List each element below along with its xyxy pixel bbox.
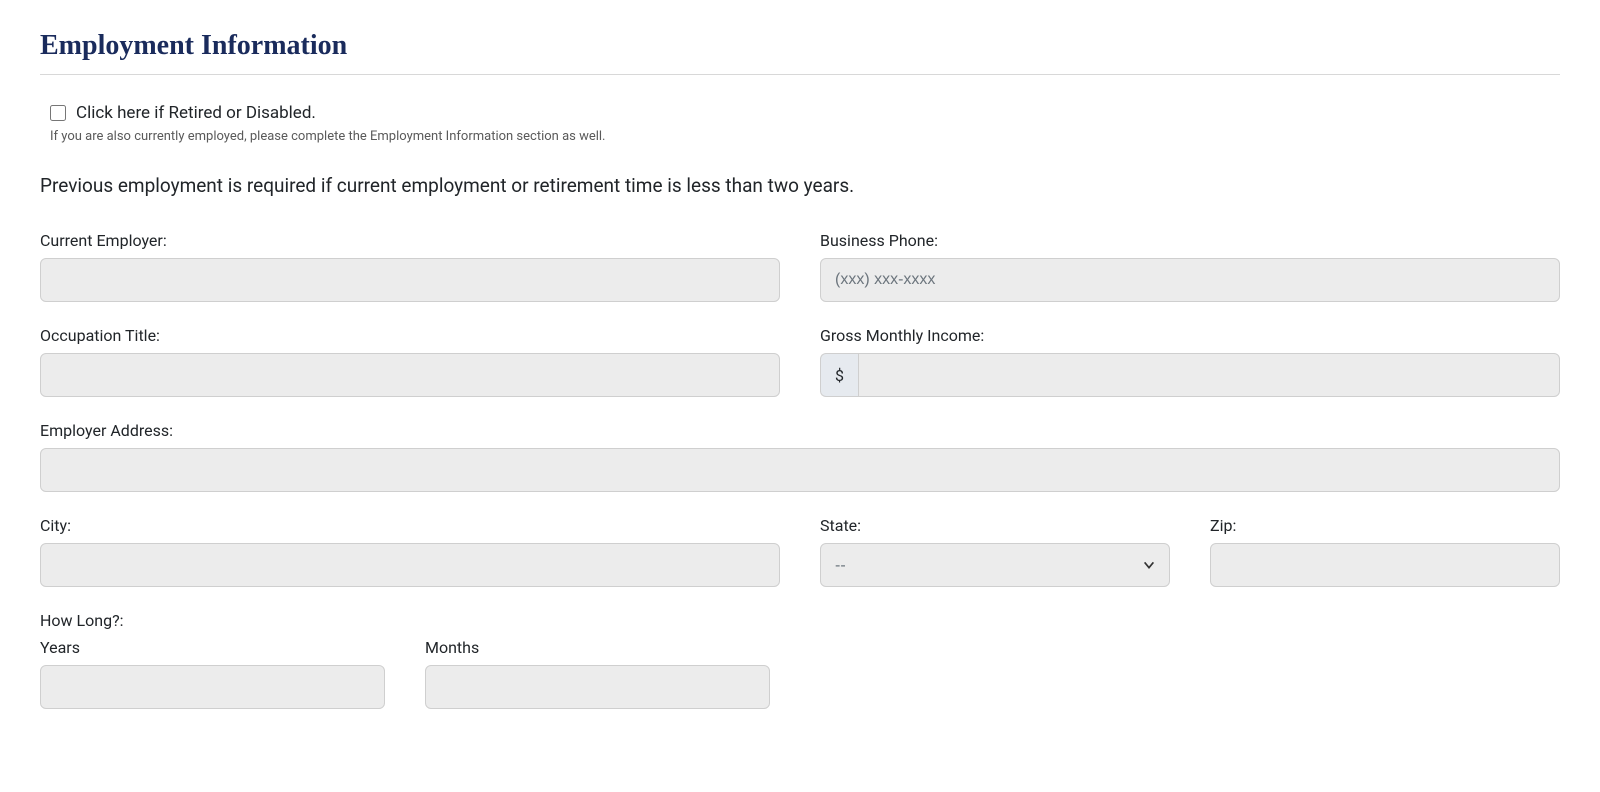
retired-disabled-label: Click here if Retired or Disabled. [76,103,316,123]
retired-disabled-helper: If you are also currently employed, plea… [50,129,1560,144]
zip-label: Zip: [1210,516,1560,535]
retired-disabled-row: Click here if Retired or Disabled. [50,103,1560,123]
section-title: Employment Information [40,30,1560,62]
section-divider [40,74,1560,75]
employment-form: Current Employer: Business Phone: Occupa… [40,231,1560,709]
months-input[interactable] [425,665,770,709]
months-label: Months [425,638,770,657]
current-employer-input[interactable] [40,258,780,302]
city-label: City: [40,516,780,535]
years-input[interactable] [40,665,385,709]
city-input[interactable] [40,543,780,587]
dollar-addon: $ [820,353,858,397]
current-employer-label: Current Employer: [40,231,780,250]
employer-address-label: Employer Address: [40,421,1560,440]
occupation-title-label: Occupation Title: [40,326,780,345]
gross-monthly-income-input[interactable] [858,353,1560,397]
retired-disabled-checkbox[interactable] [50,105,66,121]
years-label: Years [40,638,385,657]
gross-monthly-income-label: Gross Monthly Income: [820,326,1560,345]
business-phone-input[interactable] [820,258,1560,302]
employer-address-input[interactable] [40,448,1560,492]
state-label: State: [820,516,1170,535]
state-select[interactable]: -- [820,543,1170,587]
business-phone-label: Business Phone: [820,231,1560,250]
occupation-title-input[interactable] [40,353,780,397]
how-long-label: How Long?: [40,611,124,630]
zip-input[interactable] [1210,543,1560,587]
previous-employment-instruction: Previous employment is required if curre… [40,174,1560,197]
